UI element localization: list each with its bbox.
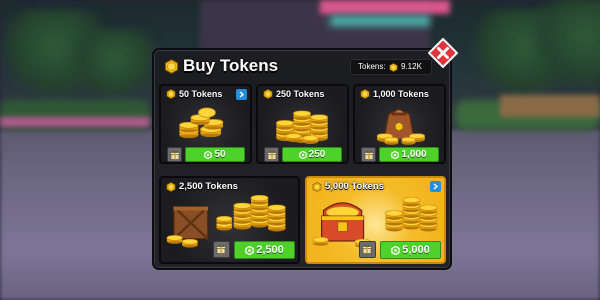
- package-card-250[interactable]: 250 Tokens 250: [256, 84, 349, 164]
- close-x-icon: [427, 37, 459, 69]
- buy-button[interactable]: 2,500: [234, 241, 295, 259]
- robux-icon: [204, 151, 212, 159]
- balance-value: 9.12K: [401, 62, 422, 71]
- gift-icon: [267, 150, 277, 160]
- token-coin-icon: [166, 182, 176, 192]
- gift-button[interactable]: [264, 147, 279, 162]
- info-button[interactable]: [430, 181, 441, 192]
- buy-button[interactable]: 5,000: [380, 241, 441, 259]
- package-name: 250 Tokens: [276, 89, 325, 99]
- package-name: 5,000 Tokens: [325, 181, 384, 192]
- chevron-right-icon: [433, 183, 439, 190]
- package-name: 50 Tokens: [179, 89, 223, 99]
- package-card-1000[interactable]: 1,000 Tokens 1,000: [353, 84, 446, 164]
- gift-button[interactable]: [361, 147, 376, 162]
- close-button[interactable]: [427, 37, 459, 69]
- buy-button[interactable]: 250: [282, 147, 342, 162]
- dialog-title: Buy Tokens: [183, 56, 279, 75]
- robux-icon: [245, 246, 254, 255]
- package-card-5000[interactable]: 5,000 Tokens 5,000: [305, 176, 446, 264]
- token-coin-icon: [312, 182, 322, 192]
- price-label: 250: [308, 149, 326, 160]
- info-button[interactable]: [236, 89, 247, 100]
- token-coin-icon: [164, 59, 179, 74]
- gift-button[interactable]: [213, 241, 230, 258]
- token-coin-icon: [263, 89, 273, 99]
- package-card-2500[interactable]: 2,500 Tokens 2,500: [159, 176, 300, 264]
- buy-button[interactable]: 1,000: [379, 147, 439, 162]
- gift-button[interactable]: [167, 147, 182, 162]
- robux-icon: [391, 246, 400, 255]
- chevron-right-icon: [239, 91, 245, 98]
- price-label: 5,000: [402, 244, 430, 256]
- price-label: 2,500: [256, 244, 284, 256]
- token-balance: Tokens: 9.12K: [350, 59, 432, 75]
- package-card-50[interactable]: 50 Tokens 50: [159, 84, 252, 164]
- gift-icon: [364, 150, 374, 160]
- token-coin-icon: [360, 89, 370, 99]
- buy-tokens-dialog: Buy Tokens Tokens: 9.12K 50 Tokens 50 25…: [152, 37, 459, 270]
- price-label: 50: [214, 149, 226, 160]
- package-name: 1,000 Tokens: [373, 89, 429, 99]
- buy-button[interactable]: 50: [185, 147, 245, 162]
- robux-icon: [391, 151, 399, 159]
- package-name: 2,500 Tokens: [179, 181, 238, 192]
- robux-icon: [299, 151, 307, 159]
- gift-icon: [362, 244, 372, 254]
- price-label: 1,000: [401, 149, 427, 160]
- gift-icon: [216, 244, 226, 254]
- token-coin-icon: [389, 63, 398, 72]
- gift-icon: [170, 150, 180, 160]
- token-coin-icon: [166, 89, 176, 99]
- gift-button[interactable]: [359, 241, 376, 258]
- balance-label: Tokens:: [358, 62, 386, 71]
